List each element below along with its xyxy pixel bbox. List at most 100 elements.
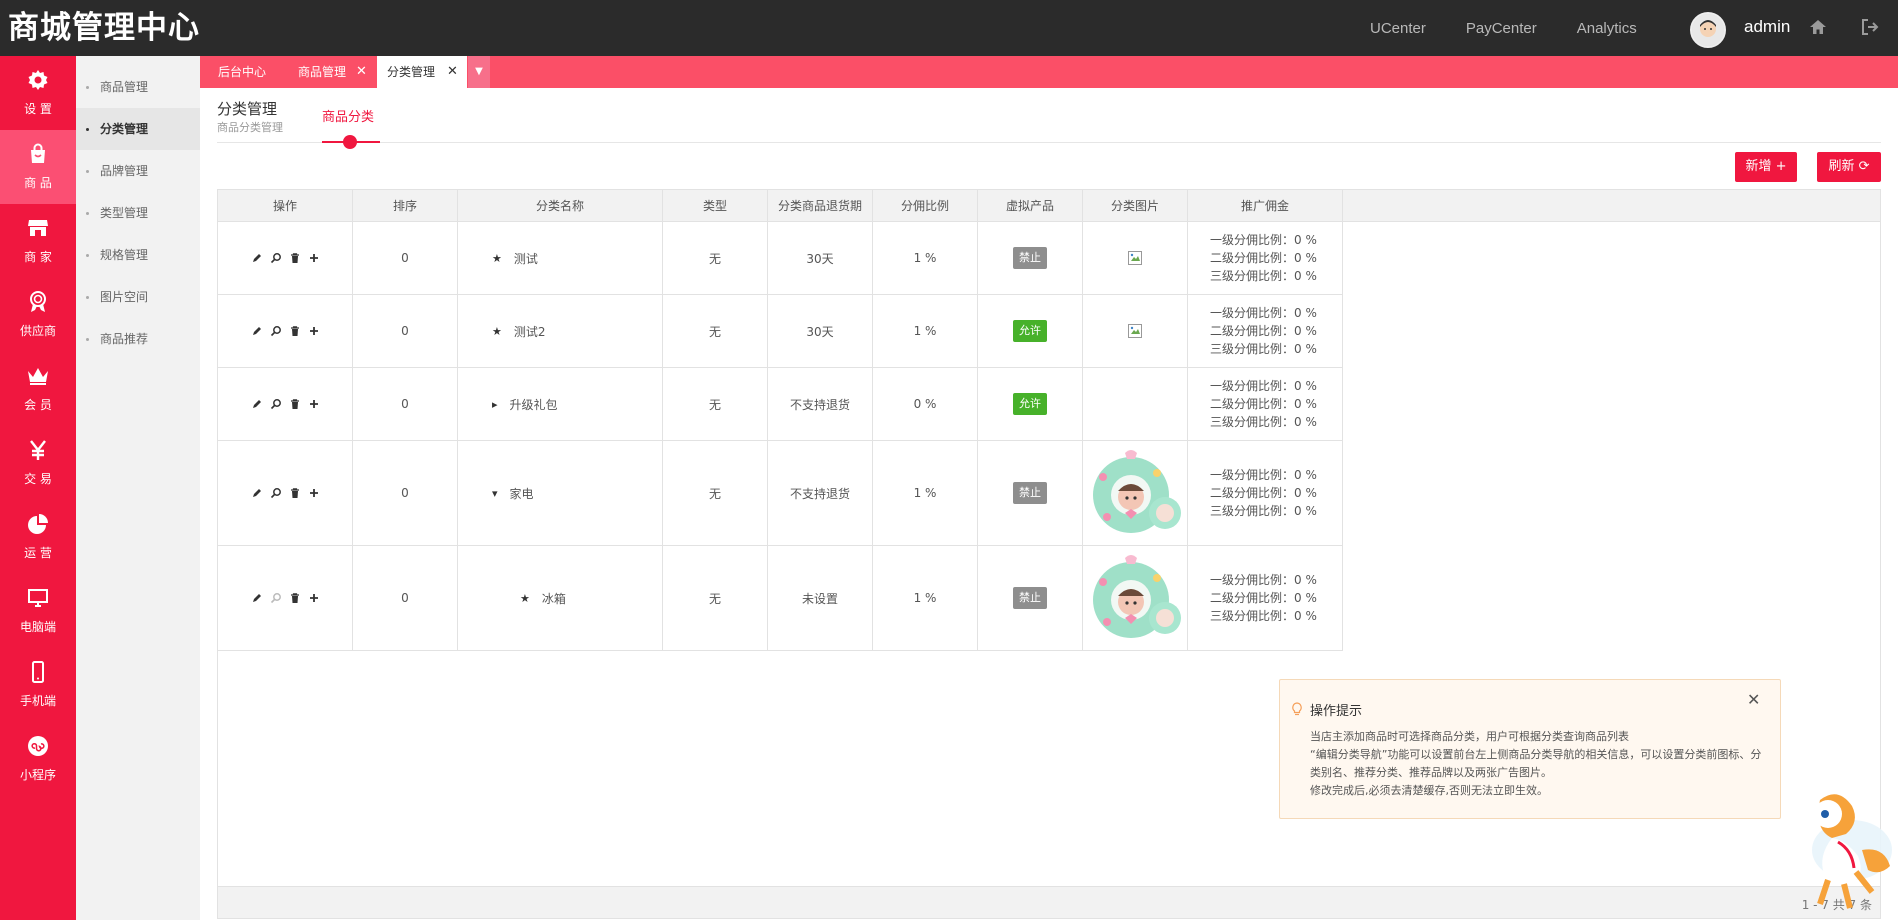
- tab-dropdown-button[interactable]: ▼: [468, 56, 490, 88]
- name-cell: ★ 测试: [458, 222, 663, 294]
- search-icon[interactable]: [270, 487, 282, 499]
- commission-line: 三级分佣比例：0 %: [1210, 504, 1317, 518]
- caret-right-icon[interactable]: ▸: [492, 398, 498, 411]
- return-period-value-cell: 30天: [768, 222, 873, 294]
- sidebar-item-miniprogram[interactable]: 小程序: [0, 722, 76, 796]
- subnav-item-goods[interactable]: 商品管理: [76, 66, 200, 108]
- trash-icon[interactable]: [289, 252, 301, 264]
- home-icon[interactable]: [1808, 16, 1828, 38]
- virtual-toggle-badge[interactable]: 允许: [1013, 320, 1047, 342]
- edit-icon[interactable]: [251, 325, 263, 337]
- ops-cell: [218, 222, 353, 294]
- commission-line: 二级分佣比例：0 %: [1210, 397, 1317, 411]
- refresh-button[interactable]: 刷新 ⟳: [1817, 152, 1881, 182]
- type-value: 无: [708, 251, 721, 266]
- search-icon[interactable]: [270, 325, 282, 337]
- column-header: 分类名称: [458, 190, 663, 222]
- close-icon[interactable]: ✕: [1747, 690, 1760, 709]
- trash-icon[interactable]: [289, 487, 301, 499]
- top-nav-ucenter[interactable]: UCenter: [1370, 20, 1426, 37]
- add-button[interactable]: 新增 +: [1735, 152, 1797, 182]
- trash-icon[interactable]: [289, 592, 301, 604]
- sidebar-item-goods[interactable]: 商 品: [0, 130, 76, 204]
- column-header: 虚拟产品: [978, 190, 1083, 222]
- top-nav-paycenter[interactable]: PayCenter: [1466, 20, 1537, 37]
- plus-icon[interactable]: [308, 592, 320, 604]
- sidebar-label: 手机端: [19, 694, 56, 708]
- subnav-item-category[interactable]: 分类管理: [76, 108, 200, 150]
- plus-icon[interactable]: [308, 325, 320, 337]
- header-divider: [217, 142, 1881, 143]
- pie-chart-icon: [28, 514, 48, 534]
- caret-down-icon[interactable]: ▾: [492, 487, 498, 500]
- subnav-item-brand[interactable]: 品牌管理: [76, 150, 200, 192]
- type-value: 无: [708, 397, 721, 412]
- tab-dashboard[interactable]: 后台中心: [200, 56, 288, 88]
- ops-cell: [218, 368, 353, 440]
- top-nav-analytics[interactable]: Analytics: [1577, 20, 1637, 37]
- trash-icon[interactable]: [289, 398, 301, 410]
- tab-label: 商品管理: [298, 65, 347, 79]
- sidebar-item-settings[interactable]: 设 置: [0, 56, 76, 130]
- search-icon[interactable]: [270, 398, 282, 410]
- sort-cell: 0: [353, 546, 458, 650]
- page-subtitle: 商品分类管理: [217, 121, 283, 134]
- subnav-item-spec[interactable]: 规格管理: [76, 234, 200, 276]
- plus-icon[interactable]: [308, 252, 320, 264]
- avatar[interactable]: [1690, 12, 1726, 48]
- top-nav: UCenter PayCenter Analytics: [1370, 0, 1677, 56]
- edit-icon[interactable]: [251, 252, 263, 264]
- logout-icon[interactable]: [1860, 16, 1880, 38]
- return-period-value-cell: 未设置: [768, 546, 873, 650]
- category-name: 冰箱: [541, 591, 566, 606]
- virtual-cell: 允许: [978, 368, 1083, 440]
- subnav-item-type[interactable]: 类型管理: [76, 192, 200, 234]
- edit-icon[interactable]: [251, 487, 263, 499]
- commission-line: 二级分佣比例：0 %: [1210, 251, 1317, 265]
- tab-category[interactable]: 分类管理 ✕: [377, 56, 467, 88]
- plus-icon[interactable]: [308, 398, 320, 410]
- edit-icon[interactable]: [251, 592, 263, 604]
- gear-icon: [28, 70, 48, 90]
- column-header: 类型: [663, 190, 768, 222]
- sidebar-label: 运 营: [24, 546, 52, 560]
- sidebar-item-trade[interactable]: 交 易: [0, 426, 76, 500]
- subnav-item-recommend[interactable]: 商品推荐: [76, 318, 200, 360]
- type-value: 无: [708, 324, 721, 339]
- close-icon[interactable]: ✕: [447, 56, 458, 88]
- commission-ratio-value-cell: 1 %: [873, 546, 978, 650]
- top-bar: 商城管理中心 UCenter PayCenter Analytics admin: [0, 0, 1898, 56]
- return-period-value-cell: 不支持退货: [768, 441, 873, 545]
- search-icon[interactable]: [270, 592, 282, 604]
- trash-icon[interactable]: [289, 325, 301, 337]
- subnav-item-images[interactable]: 图片空间: [76, 276, 200, 318]
- tab-goods-category[interactable]: 商品分类: [322, 106, 374, 125]
- virtual-toggle-badge[interactable]: 禁止: [1013, 587, 1047, 609]
- virtual-toggle-badge[interactable]: 允许: [1013, 393, 1047, 415]
- tab-goods[interactable]: 商品管理 ✕: [280, 56, 376, 88]
- image-cell: [1083, 295, 1188, 367]
- sidebar-item-supplier[interactable]: 供应商: [0, 278, 76, 352]
- category-name: 测试: [513, 251, 538, 266]
- close-icon[interactable]: ✕: [356, 56, 367, 88]
- sidebar-item-member[interactable]: 会 员: [0, 352, 76, 426]
- sidebar-item-mobile[interactable]: 手机端: [0, 648, 76, 722]
- sidebar-label: 小程序: [19, 768, 56, 782]
- row-actions: [251, 487, 320, 499]
- virtual-toggle-badge[interactable]: 禁止: [1013, 482, 1047, 504]
- plus-icon[interactable]: [308, 487, 320, 499]
- search-icon[interactable]: [270, 252, 282, 264]
- edit-icon[interactable]: [251, 398, 263, 410]
- category-thumbnail-image[interactable]: [1087, 447, 1183, 539]
- category-thumbnail-image[interactable]: [1087, 552, 1183, 644]
- ops-cell: [218, 295, 353, 367]
- commission-cell: 一级分佣比例：0 % 二级分佣比例：0 % 三级分佣比例：0 %: [1188, 441, 1343, 545]
- sidebar-item-merchant[interactable]: 商 家: [0, 204, 76, 278]
- sidebar-item-operation[interactable]: 运 营: [0, 500, 76, 574]
- sidebar-item-pc[interactable]: 电脑端: [0, 574, 76, 648]
- username[interactable]: admin: [1744, 17, 1790, 37]
- virtual-toggle-badge[interactable]: 禁止: [1013, 247, 1047, 269]
- tips-line: 当店主添加商品时可选择商品分类，用户可根据分类查询商品列表: [1310, 730, 1629, 743]
- commission-line: 一级分佣比例：0 %: [1210, 306, 1317, 320]
- commission-line: 一级分佣比例：0 %: [1210, 468, 1317, 482]
